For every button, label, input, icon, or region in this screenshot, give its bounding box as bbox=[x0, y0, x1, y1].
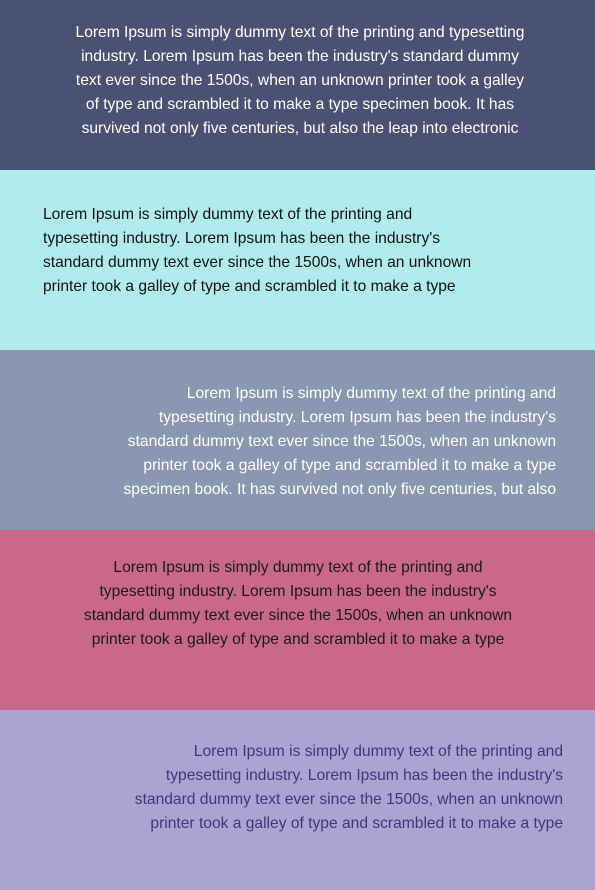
block-5-text: Lorem Ipsum is simply dummy text of the … bbox=[134, 743, 563, 832]
block-1-text: Lorem Ipsum is simply dummy text of the … bbox=[75, 24, 525, 137]
block-2-text: Lorem Ipsum is simply dummy text of the … bbox=[43, 206, 472, 295]
text-block-4: Lorem Ipsum is simply dummy text of the … bbox=[0, 530, 595, 710]
text-block-1: Lorem Ipsum is simply dummy text of the … bbox=[0, 0, 595, 170]
text-block-2: Lorem Ipsum is simply dummy text of the … bbox=[0, 170, 595, 350]
block-3-text: Lorem Ipsum is simply dummy text of the … bbox=[123, 385, 556, 498]
block-4-text: Lorem Ipsum is simply dummy text of the … bbox=[83, 559, 513, 648]
text-block-3: Lorem Ipsum is simply dummy text of the … bbox=[0, 350, 595, 530]
text-block-5: Lorem Ipsum is simply dummy text of the … bbox=[0, 710, 595, 890]
